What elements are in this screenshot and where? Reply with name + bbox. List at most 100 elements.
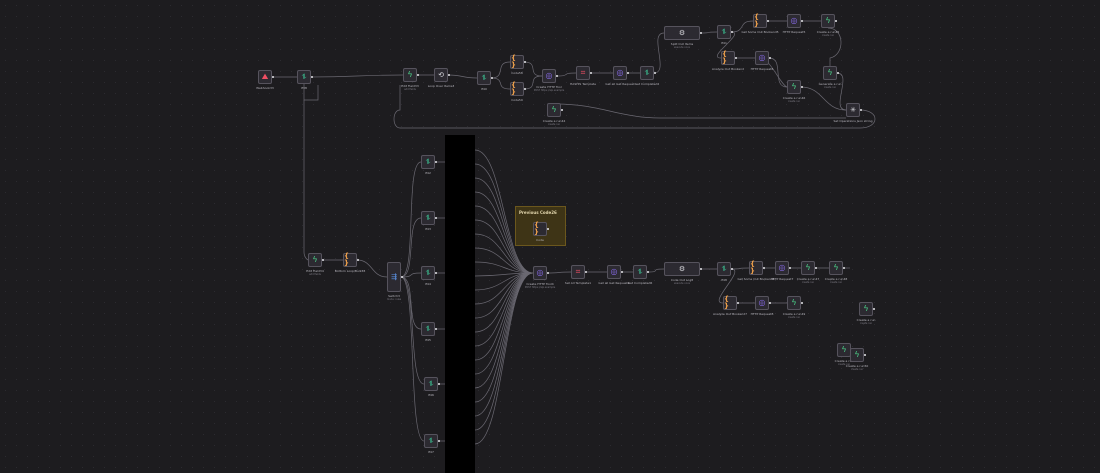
workflow-node[interactable]: ⥮ <box>421 322 435 336</box>
output-handle[interactable] <box>769 57 771 59</box>
http-icon: ◎ <box>790 16 798 25</box>
workflow-node[interactable]: ⥮ <box>421 211 435 225</box>
workflow-node[interactable]: ⥮ <box>717 25 731 39</box>
output-handle[interactable] <box>815 267 817 269</box>
workflow-node[interactable]: { } <box>753 14 767 28</box>
workflow-node[interactable]: ⌗ <box>576 66 590 80</box>
workflow-node[interactable]: { } <box>533 222 547 236</box>
workflow-node[interactable]: ϟ <box>547 103 561 117</box>
output-handle[interactable] <box>801 302 803 304</box>
workflow-node[interactable]: ϟ <box>787 80 801 94</box>
output-handle[interactable] <box>627 72 629 74</box>
output-handle[interactable] <box>763 267 765 269</box>
output-handle[interactable] <box>435 272 437 274</box>
output-handle[interactable] <box>767 20 769 22</box>
output-handle[interactable] <box>556 75 558 77</box>
output-handle[interactable] <box>621 271 623 273</box>
output-handle[interactable] <box>357 259 359 261</box>
workflow-node[interactable]: { } <box>721 51 735 65</box>
workflow-node[interactable]: ⛰ <box>258 70 272 84</box>
workflow-node[interactable]: ✳ <box>846 103 860 117</box>
workflow-node[interactable]: ⥮ <box>297 70 311 84</box>
output-handle[interactable] <box>860 109 862 111</box>
output-handle[interactable] <box>735 57 737 59</box>
workflow-node[interactable]: ϟ <box>821 14 835 28</box>
workflow-node[interactable]: { } <box>749 261 763 275</box>
workflow-node[interactable]: { } <box>723 296 737 310</box>
workflow-node[interactable]: ⚙ <box>664 26 700 40</box>
output-handle[interactable] <box>438 383 440 385</box>
workflow-node[interactable]: ⥮ <box>477 71 491 85</box>
output-handle[interactable] <box>272 76 274 78</box>
output-handle[interactable] <box>491 77 493 79</box>
workflow-node[interactable]: ϟ <box>837 343 851 357</box>
output-handle[interactable] <box>435 161 437 163</box>
workflow-node[interactable]: ⚙ <box>664 262 700 276</box>
output-handle[interactable] <box>873 308 875 310</box>
output-handle[interactable] <box>700 32 702 34</box>
workflow-node[interactable]: ⇶ <box>387 262 401 292</box>
if-icon: ⥮ <box>721 27 727 36</box>
workflow-node[interactable]: { } <box>510 82 524 96</box>
output-handle[interactable] <box>547 228 549 230</box>
output-handle[interactable] <box>737 302 739 304</box>
workflow-node[interactable]: ◎ <box>775 261 789 275</box>
workflow-node[interactable]: { } <box>343 253 357 267</box>
bolt-icon: ϟ <box>791 298 797 307</box>
workflow-node[interactable]: ◎ <box>542 69 556 83</box>
output-handle[interactable] <box>524 61 526 63</box>
output-handle[interactable] <box>438 440 440 442</box>
output-handle[interactable] <box>401 276 403 278</box>
workflow-node[interactable]: ϟ <box>859 302 873 316</box>
output-handle[interactable] <box>647 271 649 273</box>
workflow-node[interactable]: ϟ <box>308 253 322 267</box>
output-handle[interactable] <box>769 302 771 304</box>
workflow-node[interactable]: ⥮ <box>421 266 435 280</box>
output-handle[interactable] <box>654 72 656 74</box>
output-handle[interactable] <box>417 74 419 76</box>
workflow-node[interactable]: ϟ <box>829 261 843 275</box>
workflow-node[interactable]: ⥮ <box>633 265 647 279</box>
workflow-node[interactable]: ⥮ <box>424 434 438 448</box>
workflow-node[interactable]: ◎ <box>533 266 547 280</box>
output-handle[interactable] <box>585 271 587 273</box>
node-label: Get Completed2 <box>634 81 660 86</box>
output-handle[interactable] <box>731 268 733 270</box>
workflow-node[interactable]: ϟ <box>823 66 837 80</box>
workflow-node[interactable]: ϟ <box>801 261 815 275</box>
output-handle[interactable] <box>322 259 324 261</box>
output-handle[interactable] <box>843 267 845 269</box>
workflow-node[interactable]: ◎ <box>613 66 627 80</box>
output-handle[interactable] <box>524 88 526 90</box>
workflow-node[interactable]: ⟲ <box>434 68 448 82</box>
workflow-node[interactable]: ⌗ <box>571 265 585 279</box>
workflow-node[interactable]: ϟ <box>787 296 801 310</box>
output-handle[interactable] <box>435 328 437 330</box>
output-handle[interactable] <box>801 86 803 88</box>
output-handle[interactable] <box>700 268 702 270</box>
output-handle[interactable] <box>864 354 866 356</box>
output-handle[interactable] <box>435 217 437 219</box>
output-handle[interactable] <box>448 74 450 76</box>
workflow-node[interactable]: ⥮ <box>717 262 731 276</box>
workflow-canvas[interactable]: Previous Code26 ⛰ Webhook33 ⥮ If38 ϟ Edit Fie… <box>0 0 1100 473</box>
output-handle[interactable] <box>801 20 803 22</box>
workflow-node[interactable]: ⥮ <box>424 377 438 391</box>
output-handle[interactable] <box>590 72 592 74</box>
output-handle[interactable] <box>311 76 313 78</box>
output-handle[interactable] <box>561 109 563 111</box>
workflow-node[interactable]: ◎ <box>755 51 769 65</box>
workflow-node[interactable]: ◎ <box>607 265 621 279</box>
workflow-node[interactable]: ϟ <box>403 68 417 82</box>
output-handle[interactable] <box>547 272 549 274</box>
workflow-node[interactable]: ◎ <box>755 296 769 310</box>
output-handle[interactable] <box>731 31 733 33</box>
output-handle[interactable] <box>837 72 839 74</box>
workflow-node[interactable]: ⥮ <box>421 155 435 169</box>
workflow-node[interactable]: ϟ <box>850 348 864 362</box>
workflow-node[interactable]: ◎ <box>787 14 801 28</box>
output-handle[interactable] <box>789 267 791 269</box>
output-handle[interactable] <box>835 20 837 22</box>
workflow-node[interactable]: { } <box>510 55 524 69</box>
workflow-node[interactable]: ⥮ <box>640 66 654 80</box>
